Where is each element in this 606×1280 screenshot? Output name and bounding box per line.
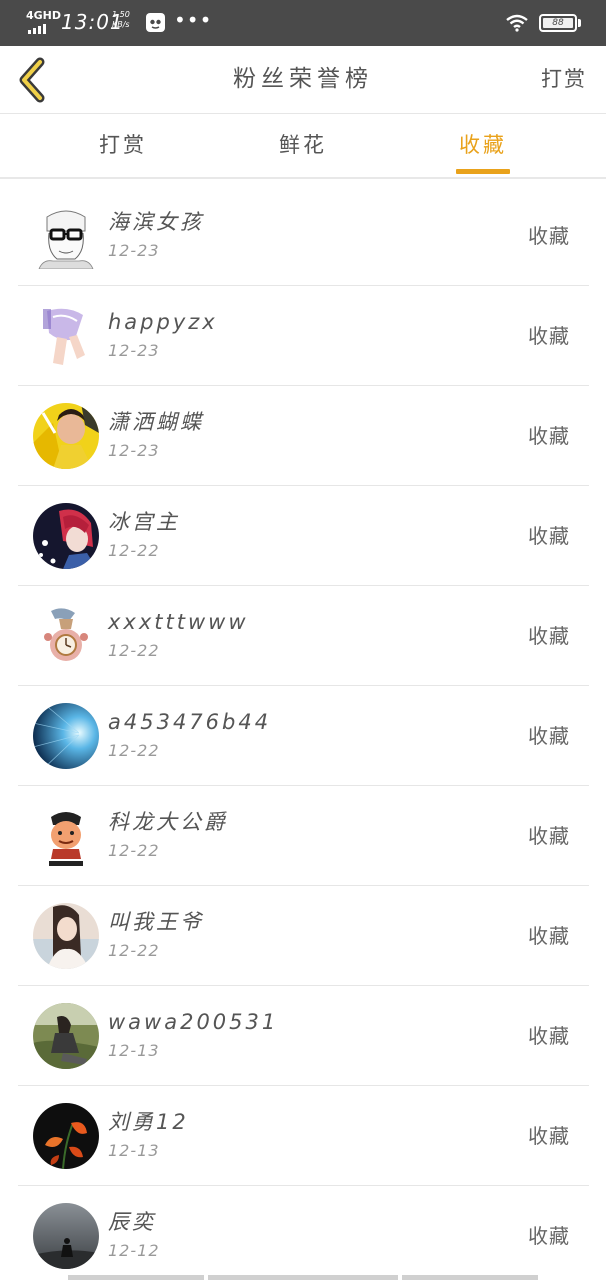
fan-date: 12-22 bbox=[108, 841, 160, 860]
fan-date: 12-23 bbox=[108, 241, 160, 260]
page-title: 粉丝荣誉榜 bbox=[233, 66, 373, 92]
fan-name: 叫我王爷 bbox=[108, 910, 204, 934]
list-item[interactable]: 海滨女孩 12-23 收藏 bbox=[18, 186, 589, 286]
avatar bbox=[33, 1203, 99, 1269]
avatar bbox=[33, 403, 99, 469]
fan-name: 辰奕 bbox=[108, 1210, 156, 1234]
avatar bbox=[33, 1003, 99, 1069]
list-item[interactable]: wawa200531 12-13 收藏 bbox=[18, 986, 589, 1086]
avatar bbox=[33, 1103, 99, 1169]
avatar bbox=[33, 903, 99, 969]
header-bar: 粉丝荣誉榜 打赏 bbox=[0, 46, 606, 114]
app-notification-icon bbox=[146, 13, 165, 32]
avatar bbox=[33, 203, 99, 269]
avatar bbox=[33, 303, 99, 369]
fan-name: wawa200531 bbox=[108, 1010, 279, 1034]
fan-name: 科龙大公爵 bbox=[108, 810, 228, 834]
fan-date: 12-12 bbox=[108, 1241, 160, 1260]
list-item[interactable]: xxxtttwww 12-22 收藏 bbox=[18, 586, 589, 686]
active-tab-indicator bbox=[456, 169, 510, 174]
fan-name: 海滨女孩 bbox=[108, 210, 204, 234]
network-speed: 1.50 KB/s bbox=[112, 10, 130, 29]
list-item[interactable]: 叫我王爷 12-22 收藏 bbox=[18, 886, 589, 986]
status-bar: 4GHD 13:01 1.50 KB/s ••• 88 bbox=[0, 0, 606, 46]
reward-button[interactable]: 打赏 bbox=[541, 64, 587, 94]
avatar bbox=[33, 503, 99, 569]
list-item[interactable]: a453476b44 12-22 收藏 bbox=[18, 686, 589, 786]
fan-date: 12-13 bbox=[108, 1141, 160, 1160]
fan-name: 冰宫主 bbox=[108, 510, 180, 534]
list-item[interactable]: 冰宫主 12-22 收藏 bbox=[18, 486, 589, 586]
favorite-label: 收藏 bbox=[528, 324, 570, 348]
battery-tip bbox=[578, 19, 581, 27]
fan-name: a453476b44 bbox=[108, 710, 272, 734]
avatar bbox=[33, 603, 99, 669]
favorite-label: 收藏 bbox=[528, 624, 570, 648]
favorite-label: 收藏 bbox=[528, 724, 570, 748]
list-item[interactable]: 辰奕 12-12 收藏 bbox=[18, 1186, 589, 1280]
favorite-label: 收藏 bbox=[528, 924, 570, 948]
favorite-label: 收藏 bbox=[528, 224, 570, 248]
fan-name: 潇洒蝴蝶 bbox=[108, 410, 204, 434]
favorite-label: 收藏 bbox=[528, 1024, 570, 1048]
fan-date: 12-22 bbox=[108, 741, 160, 760]
gesture-bar-left[interactable] bbox=[68, 1275, 204, 1280]
wifi-icon bbox=[506, 14, 528, 36]
list-item[interactable]: 刘勇12 12-13 收藏 bbox=[18, 1086, 589, 1186]
gesture-bar-right[interactable] bbox=[402, 1275, 538, 1280]
favorite-label: 收藏 bbox=[528, 1224, 570, 1248]
list-item[interactable]: 科龙大公爵 12-22 收藏 bbox=[18, 786, 589, 886]
favorite-label: 收藏 bbox=[528, 1124, 570, 1148]
fan-date: 12-23 bbox=[108, 341, 160, 360]
list-item[interactable]: 潇洒蝴蝶 12-23 收藏 bbox=[18, 386, 589, 486]
tab-reward[interactable]: 打赏 bbox=[63, 115, 183, 177]
fan-date: 12-22 bbox=[108, 641, 160, 660]
signal-icon bbox=[28, 24, 50, 34]
tab-favorites[interactable]: 收藏 bbox=[423, 115, 543, 177]
fan-date: 12-13 bbox=[108, 1041, 160, 1060]
avatar bbox=[33, 803, 99, 869]
fan-name: xxxtttwww bbox=[108, 610, 249, 634]
gesture-bar-center[interactable] bbox=[208, 1275, 398, 1280]
fan-name: happyzx bbox=[108, 310, 218, 334]
tab-bar: 打赏 鲜花 收藏 bbox=[0, 115, 606, 179]
tab-flowers[interactable]: 鲜花 bbox=[243, 115, 363, 177]
network-indicator: 4GHD bbox=[26, 9, 62, 22]
more-notifications-icon: ••• bbox=[174, 8, 213, 32]
fan-date: 12-22 bbox=[108, 541, 160, 560]
favorite-label: 收藏 bbox=[528, 424, 570, 448]
battery-icon: 88 bbox=[539, 14, 577, 32]
avatar bbox=[33, 703, 99, 769]
fan-date: 12-22 bbox=[108, 941, 160, 960]
fan-name: 刘勇12 bbox=[108, 1110, 189, 1134]
fan-date: 12-23 bbox=[108, 441, 160, 460]
favorite-label: 收藏 bbox=[528, 824, 570, 848]
list-item[interactable]: happyzx 12-23 收藏 bbox=[18, 286, 589, 386]
favorite-label: 收藏 bbox=[528, 524, 570, 548]
